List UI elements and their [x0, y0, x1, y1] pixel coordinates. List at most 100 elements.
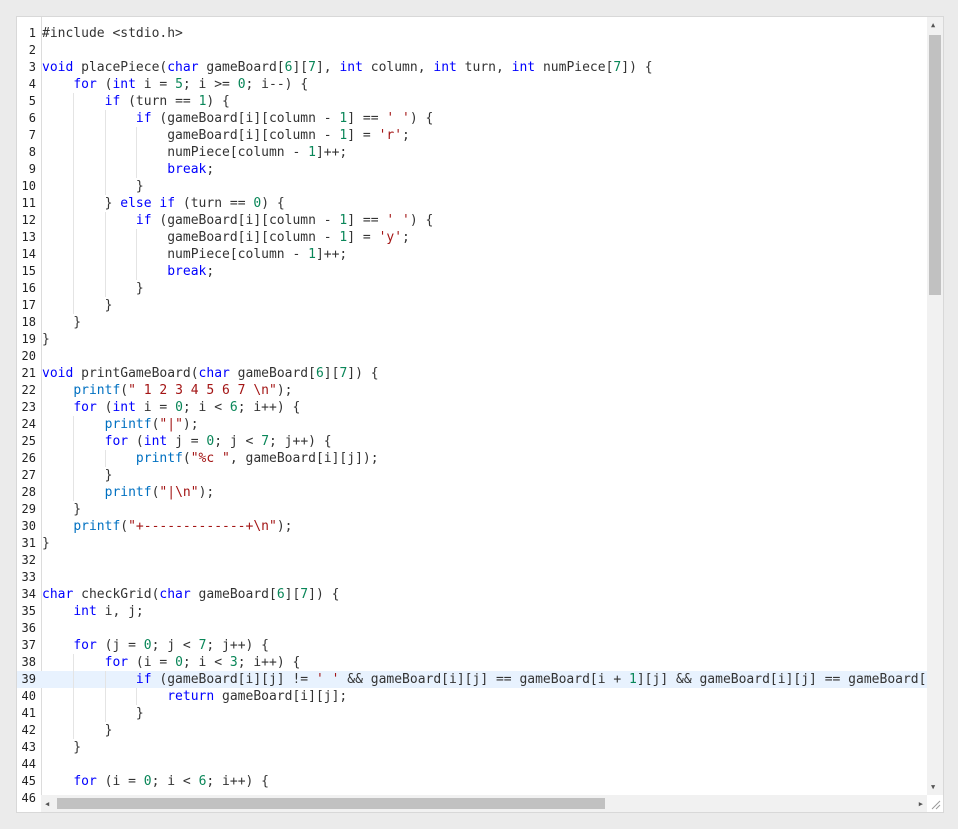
code-line[interactable]: 35 int i, j; — [17, 603, 927, 620]
scroll-right-icon[interactable]: ▶ — [919, 800, 923, 808]
code-line[interactable]: 21 void printGameBoard(char gameBoard[6][… — [17, 365, 927, 382]
code-line[interactable]: 2 — [17, 42, 927, 59]
code-text[interactable]: printf("+-------------+\n"); — [42, 518, 292, 535]
code-text[interactable]: numPiece[column - 1]++; — [42, 144, 347, 161]
code-text[interactable]: if (gameBoard[i][column - 1] == ' ') { — [42, 110, 433, 127]
code-text[interactable]: printf("%c ", gameBoard[i][j]); — [42, 450, 379, 467]
code-line[interactable]: 23 for (int i = 0; i < 6; i++) { — [17, 399, 927, 416]
code-line[interactable]: 31} — [17, 535, 927, 552]
line-number: 27 — [21, 468, 36, 482]
code-line[interactable]: 4 for (int i = 5; i >= 0; i--) { — [17, 76, 927, 93]
code-text[interactable]: for (i = 0; i < 6; i++) { — [42, 773, 269, 790]
code-line[interactable]: 13 gameBoard[i][column - 1] = 'y'; — [17, 229, 927, 246]
code-line[interactable]: 45 for (i = 0; i < 6; i++) { — [17, 773, 927, 790]
code-line[interactable]: 15 break; — [17, 263, 927, 280]
vertical-scroll-thumb[interactable] — [929, 35, 941, 295]
code-line[interactable]: 19} — [17, 331, 927, 348]
line-number: 29 — [21, 502, 36, 516]
code-line[interactable]: 42 } — [17, 722, 927, 739]
code-text[interactable]: for (int j = 0; j < 7; j++) { — [42, 433, 332, 450]
code-editor[interactable]: 1 #include <stdio.h> 2 3 void placePiece(cha… — [16, 16, 944, 813]
code-line[interactable]: 32 — [17, 552, 927, 569]
code-text[interactable]: } — [42, 178, 144, 195]
code-line[interactable]: 5 if (turn == 1) { — [17, 93, 927, 110]
code-line[interactable]: 38 for (i = 0; i < 3; i++) { — [17, 654, 927, 671]
code-line[interactable]: 30 printf("+-------------+\n"); — [17, 518, 927, 535]
code-text[interactable]: break; — [42, 263, 214, 280]
code-text[interactable]: for (int i = 0; i < 6; i++) { — [42, 399, 300, 416]
code-line[interactable]: 16 } — [17, 280, 927, 297]
code-text[interactable]: } — [42, 501, 81, 518]
code-line[interactable]: 36 — [17, 620, 927, 637]
line-number: 24 — [21, 417, 36, 431]
code-text[interactable]: void placePiece(char gameBoard[6][7], in… — [42, 59, 653, 76]
code-text[interactable]: } — [42, 467, 113, 484]
code-line[interactable]: 37 for (j = 0; j < 7; j++) { — [17, 637, 927, 654]
code-text[interactable]: } — [42, 535, 50, 552]
code-text[interactable]: } — [42, 280, 144, 297]
code-text[interactable]: } — [42, 331, 50, 348]
horizontal-scrollbar[interactable]: ◀ ▶ — [41, 795, 927, 812]
code-text[interactable]: printf("|"); — [42, 416, 199, 433]
code-text[interactable]: } — [42, 314, 81, 331]
code-line[interactable]: 20 — [17, 348, 927, 365]
code-line[interactable]: 7 gameBoard[i][column - 1] = 'r'; — [17, 127, 927, 144]
code-line[interactable]: 39 if (gameBoard[i][j] != ' ' && gameBoa… — [17, 671, 934, 688]
line-number: 4 — [28, 77, 36, 91]
code-line[interactable]: 1 #include <stdio.h> — [17, 25, 927, 42]
vertical-scrollbar[interactable]: ▲ ▼ — [927, 17, 943, 795]
scroll-down-icon[interactable]: ▼ — [931, 783, 935, 791]
code-text[interactable]: for (int i = 5; i >= 0; i--) { — [42, 76, 308, 93]
code-lines[interactable]: 1 #include <stdio.h> 2 3 void placePiece(cha… — [17, 25, 934, 807]
code-text[interactable]: if (turn == 1) { — [42, 93, 230, 110]
code-text[interactable]: } — [42, 722, 113, 739]
code-line[interactable]: 40 return gameBoard[i][j]; — [17, 688, 927, 705]
code-text[interactable]: numPiece[column - 1]++; — [42, 246, 347, 263]
code-line[interactable]: 6 if (gameBoard[i][column - 1] == ' ') { — [17, 110, 927, 127]
code-line[interactable]: 28 printf("|\n"); — [17, 484, 927, 501]
code-line[interactable]: 25 for (int j = 0; j < 7; j++) { — [17, 433, 927, 450]
code-line[interactable]: 33 — [17, 569, 927, 586]
code-line[interactable]: 27 } — [17, 467, 927, 484]
code-line[interactable]: 10 } — [17, 178, 927, 195]
code-text[interactable]: } — [42, 705, 144, 722]
code-line[interactable]: 43 } — [17, 739, 927, 756]
scroll-left-icon[interactable]: ◀ — [45, 800, 49, 808]
code-text[interactable]: } — [42, 297, 113, 314]
resize-grip-icon[interactable] — [929, 798, 941, 810]
code-line[interactable]: 8 numPiece[column - 1]++; — [17, 144, 927, 161]
code-text[interactable]: for (i = 0; i < 3; i++) { — [42, 654, 301, 671]
code-line[interactable]: 9 break; — [17, 161, 927, 178]
code-text[interactable]: #include <stdio.h> — [42, 25, 183, 42]
code-text[interactable]: gameBoard[i][column - 1] = 'y'; — [42, 229, 410, 246]
code-text[interactable]: void printGameBoard(char gameBoard[6][7]… — [42, 365, 379, 382]
horizontal-scroll-thumb[interactable] — [57, 798, 605, 809]
code-line[interactable]: 18 } — [17, 314, 927, 331]
code-text[interactable]: char checkGrid(char gameBoard[6][7]) { — [42, 586, 339, 603]
code-text[interactable]: if (gameBoard[i][column - 1] == ' ') { — [42, 212, 433, 229]
code-line[interactable]: 22 printf(" 1 2 3 4 5 6 7 \n"); — [17, 382, 927, 399]
code-line[interactable]: 29 } — [17, 501, 927, 518]
code-text[interactable]: for (j = 0; j < 7; j++) { — [42, 637, 269, 654]
code-line[interactable]: 11 } else if (turn == 0) { — [17, 195, 927, 212]
code-line[interactable]: 34 char checkGrid(char gameBoard[6][7]) { — [17, 586, 927, 603]
code-line[interactable]: 17 } — [17, 297, 927, 314]
code-text[interactable]: if (gameBoard[i][j] != ' ' && gameBoard[… — [42, 671, 934, 688]
code-line[interactable]: 12 if (gameBoard[i][column - 1] == ' ') … — [17, 212, 927, 229]
code-text[interactable]: int i, j; — [42, 603, 143, 620]
code-text[interactable]: printf(" 1 2 3 4 5 6 7 \n"); — [42, 382, 292, 399]
code-line[interactable]: 3 void placePiece(char gameBoard[6][7], i… — [17, 59, 927, 76]
line-number: 2 — [28, 43, 36, 57]
scroll-up-icon[interactable]: ▲ — [931, 21, 935, 29]
code-text[interactable]: gameBoard[i][column - 1] = 'r'; — [42, 127, 410, 144]
code-text[interactable]: break; — [42, 161, 214, 178]
code-text[interactable]: } — [42, 739, 81, 756]
code-text[interactable]: return gameBoard[i][j]; — [42, 688, 347, 705]
code-text[interactable]: printf("|\n"); — [42, 484, 215, 501]
code-line[interactable]: 44 — [17, 756, 927, 773]
code-line[interactable]: 14 numPiece[column - 1]++; — [17, 246, 927, 263]
code-text[interactable]: } else if (turn == 0) { — [42, 195, 285, 212]
code-line[interactable]: 26 printf("%c ", gameBoard[i][j]); — [17, 450, 927, 467]
code-line[interactable]: 41 } — [17, 705, 927, 722]
code-line[interactable]: 24 printf("|"); — [17, 416, 927, 433]
